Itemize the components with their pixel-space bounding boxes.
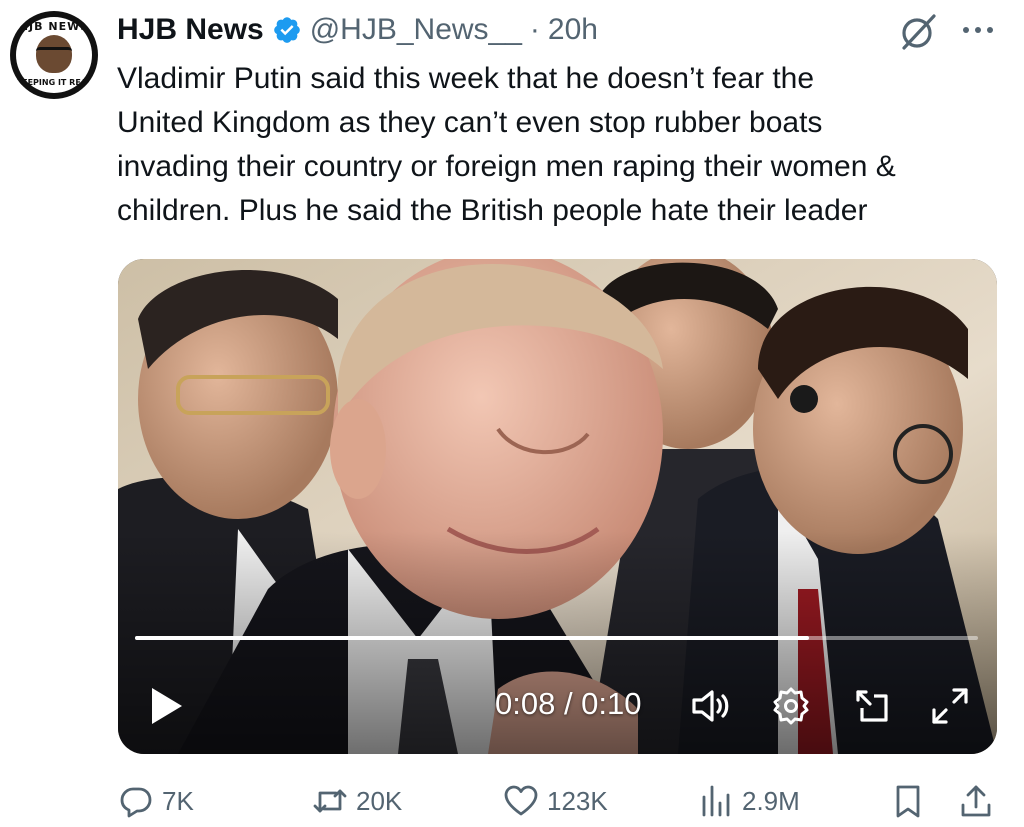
tweet-action-bar: 7K 20K 123K 2.9M (0, 775, 1024, 827)
video-frame-image (118, 259, 997, 754)
tweet-text-line: invading their country or foreign men ra… (117, 150, 896, 183)
picture-in-picture-icon[interactable] (850, 684, 894, 728)
separator-dot: · (529, 13, 540, 46)
bookmark-icon (896, 785, 920, 818)
video-time-display: 0:08 / 0:10 (495, 686, 642, 721)
like-count: 123K (547, 785, 608, 816)
fullscreen-icon[interactable] (928, 684, 972, 728)
video-player[interactable] (118, 259, 997, 754)
video-progress-bar[interactable] (135, 636, 978, 640)
avatar-logo-text: HJB NEWS (18, 20, 90, 33)
repost-count: 20K (356, 785, 403, 816)
avatar-glasses (36, 47, 72, 58)
views-button[interactable]: 2.9M (698, 775, 800, 827)
reply-count: 7K (162, 785, 194, 816)
avatar[interactable]: HJB NEWS KEEPING IT REAL (10, 11, 98, 99)
author-handle[interactable]: @HJB_News__ (310, 13, 522, 47)
share-icon (961, 785, 991, 817)
more-options-icon[interactable] (958, 18, 998, 42)
avatar-logo-subtext: KEEPING IT REAL (15, 78, 93, 87)
views-chart-icon (702, 785, 730, 817)
heart-icon (504, 785, 538, 816)
repost-button[interactable]: 20K (312, 775, 402, 827)
tweet-text-line: children. Plus he said the British peopl… (117, 194, 868, 227)
volume-icon[interactable] (688, 684, 732, 728)
tweet-text-line: Vladimir Putin said this week that he do… (117, 62, 815, 95)
author-name[interactable]: HJB News (117, 13, 264, 47)
verified-badge-icon (273, 17, 300, 43)
grok-icon[interactable] (898, 12, 938, 52)
tweet-text: Vladimir Putin said this week that he do… (117, 57, 1017, 233)
tweet-timestamp[interactable]: 20h (548, 13, 598, 47)
share-button[interactable] (958, 775, 994, 827)
tweet-text-line: United Kingdom as they can’t even stop r… (117, 106, 823, 139)
bookmark-button[interactable] (890, 775, 926, 827)
like-button[interactable]: 123K (503, 775, 608, 827)
play-icon[interactable] (146, 684, 186, 728)
settings-gear-icon[interactable] (769, 684, 813, 728)
views-count: 2.9M (742, 785, 800, 816)
repost-icon (313, 789, 347, 813)
reply-icon (120, 787, 152, 818)
video-progress-fill (135, 636, 810, 640)
reply-button[interactable]: 7K (118, 775, 194, 827)
tweet-header: HJB News @HJB_News__ · 20h (117, 10, 598, 50)
